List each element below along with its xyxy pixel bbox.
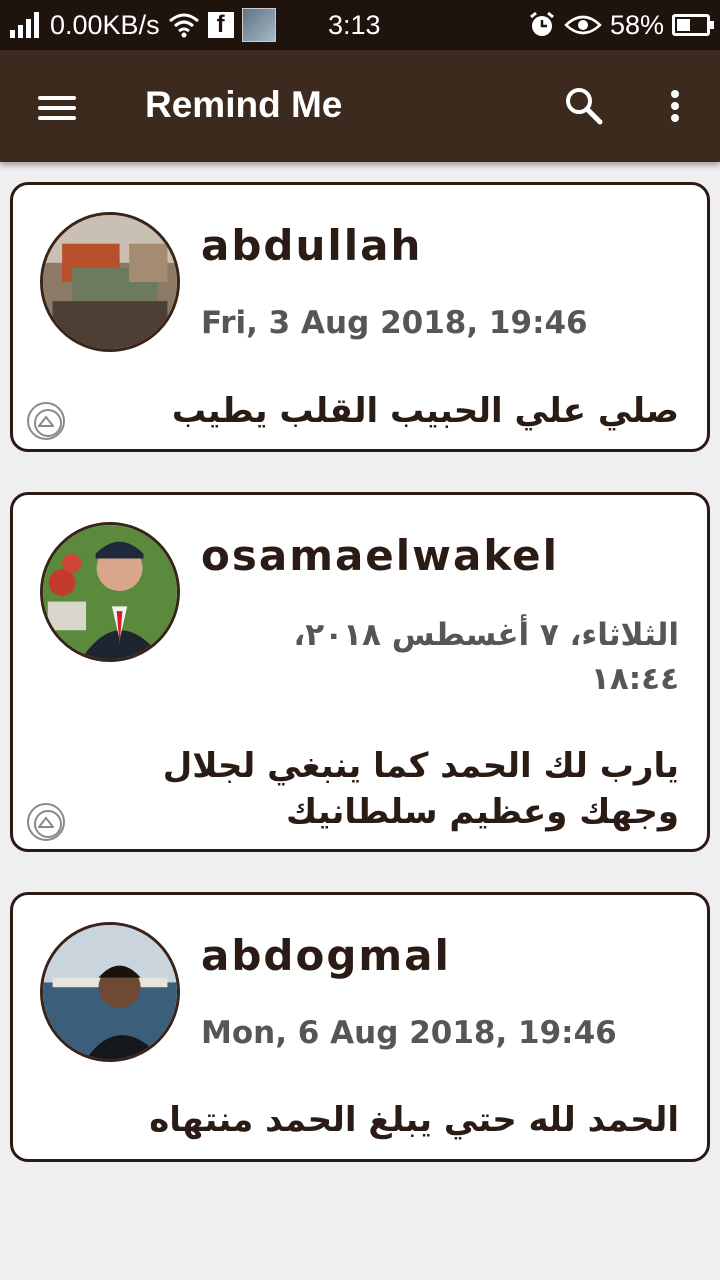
avatar <box>40 212 180 352</box>
reminder-card[interactable]: abdullah Fri, 3 Aug 2018, 19:46 صلي علي … <box>10 182 710 452</box>
chevron-up-icon <box>38 415 54 427</box>
eye-icon <box>564 13 602 37</box>
reminder-name: abdogmal <box>201 931 451 980</box>
reminder-message: الحمد لله حتي يبلغ الحمد منتهاه <box>149 1100 679 1140</box>
reminder-date: الثلاثاء، ٧ أغسطس ٢٠١٨، ١٨:٤٤ <box>293 617 680 697</box>
reminder-message: صلي علي الحبيب القلب يطيب <box>171 391 679 431</box>
app-title: Remind Me <box>145 84 343 125</box>
more-options-icon-dot <box>671 102 679 110</box>
menu-icon-line <box>38 116 76 120</box>
collapse-button[interactable] <box>27 402 65 440</box>
collapse-button[interactable] <box>27 803 65 841</box>
facebook-icon: f <box>207 11 234 38</box>
battery-icon <box>672 14 714 36</box>
menu-icon-line <box>38 106 76 110</box>
battery-percent: 58% <box>609 9 664 40</box>
more-options-button[interactable] <box>660 82 692 130</box>
app-bar: Remind Me <box>0 50 720 162</box>
wifi-icon <box>168 12 200 38</box>
status-bar: 0.00KB/s f 3:13 58% <box>0 0 720 50</box>
reminder-message: يارب لك الحمد كما ينبغي لجلال وجهك وعظيم… <box>162 746 679 832</box>
reminder-date: Fri, 3 Aug 2018, 19:46 <box>201 305 588 341</box>
search-icon <box>566 88 603 125</box>
avatar <box>40 522 180 662</box>
more-options-icon-dot <box>671 90 679 98</box>
menu-icon-line <box>38 96 76 100</box>
reminder-name: osamaelwakel <box>201 531 560 580</box>
avatar <box>40 922 180 1062</box>
more-options-icon-dot <box>671 114 679 122</box>
status-bar-left: 0.00KB/s f <box>10 8 276 42</box>
menu-button[interactable] <box>30 86 82 126</box>
chevron-up-icon <box>38 816 54 828</box>
search-button[interactable] <box>560 82 608 130</box>
signal-icon <box>10 12 42 38</box>
status-time: 3:13 <box>328 9 381 40</box>
reminder-name: abdullah <box>201 221 423 270</box>
alarm-icon <box>528 11 556 39</box>
notification-thumbnail-icon <box>241 8 276 42</box>
reminder-card[interactable]: abdogmal Mon, 6 Aug 2018, 19:46 الحمد لل… <box>10 892 710 1162</box>
reminder-card[interactable]: osamaelwakel الثلاثاء، ٧ أغسطس ٢٠١٨، ١٨:… <box>10 492 710 852</box>
reminder-date: Mon, 6 Aug 2018, 19:46 <box>201 1015 617 1051</box>
status-bar-right: 58% <box>528 8 714 42</box>
network-speed: 0.00KB/s <box>50 9 160 40</box>
